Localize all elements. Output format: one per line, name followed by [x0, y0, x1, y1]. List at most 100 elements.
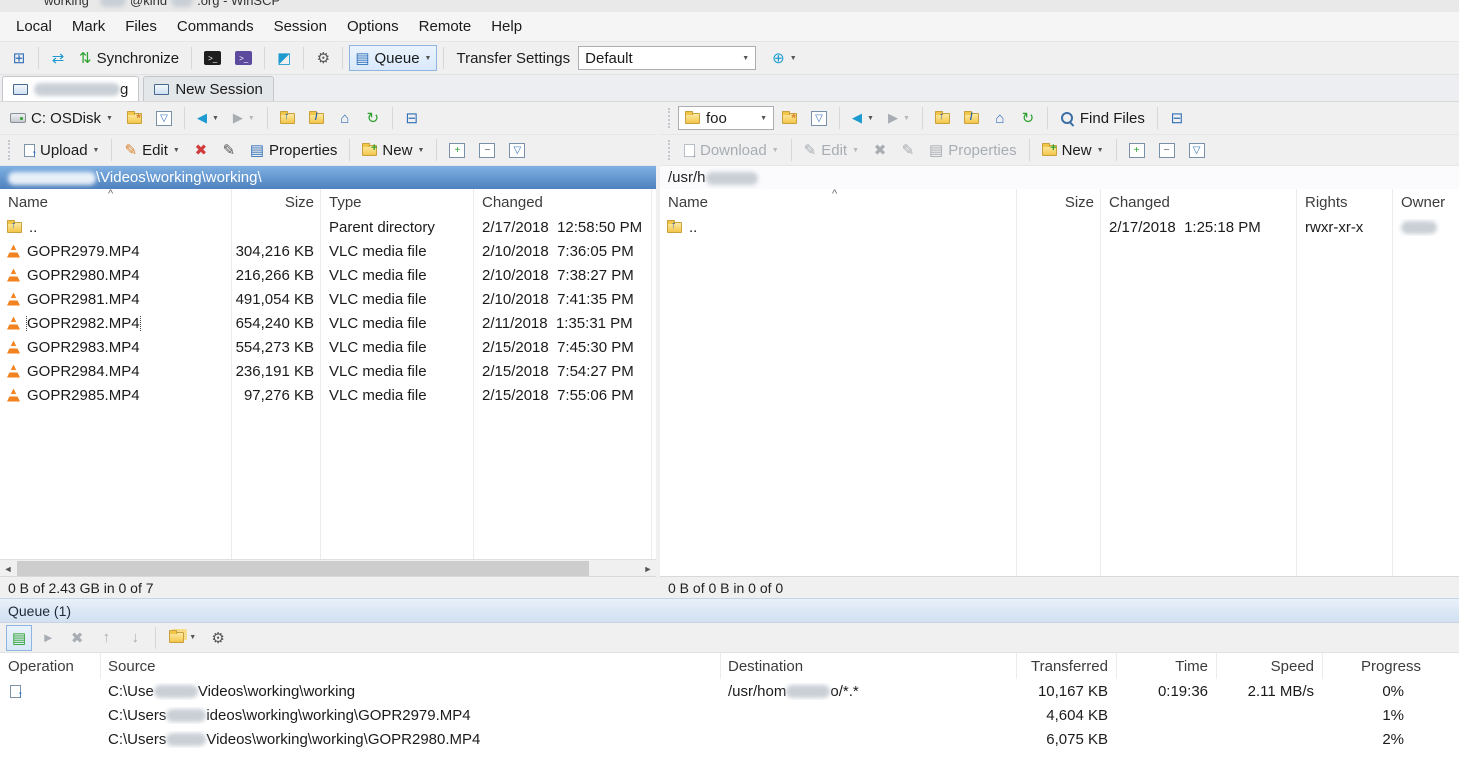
queue-header[interactable]: Queue (1) [0, 598, 1459, 623]
open-console-button[interactable]: >_ [229, 45, 258, 71]
remote-path-bar[interactable]: /usr/h [660, 165, 1459, 189]
synchronize-browsing-button[interactable]: ⇄ [45, 45, 71, 71]
remote-column-size[interactable]: Size [1016, 194, 1100, 211]
queue-preferences-button[interactable]: ⚙ [205, 625, 231, 651]
remote-column-owner[interactable]: Owner [1392, 194, 1459, 211]
file-row[interactable]: GOPR2980.MP4216,266 KBVLC media file2/10… [0, 263, 656, 287]
queue-row[interactable]: C:\Usersideos\working\working\GOPR2979.M… [0, 703, 1459, 727]
menu-mark[interactable]: Mark [62, 13, 115, 40]
queue-column-source[interactable]: Source [100, 658, 720, 675]
local-root-directory-button[interactable] [303, 105, 330, 131]
local-drive-selector[interactable]: C: OSDisk▼ [4, 105, 119, 131]
queue-column-destination[interactable]: Destination [720, 658, 1016, 675]
local-filter-button[interactable]: ▽ [150, 105, 178, 131]
file-row[interactable]: GOPR2985.MP497,276 KBVLC media file2/15/… [0, 383, 656, 407]
edit-alternative-button[interactable]: ✎ [216, 137, 242, 163]
file-row[interactable]: ..2/17/2018 1:25:18 PMrwxr-xr-x [660, 215, 1459, 239]
remote-open-directory-button[interactable] [776, 105, 803, 131]
remote-filter-button[interactable]: ▽ [805, 105, 833, 131]
menu-session[interactable]: Session [264, 13, 337, 40]
remote-home-directory-button[interactable]: ⌂ [987, 105, 1013, 131]
scroll-left-arrow[interactable]: ◄ [0, 561, 16, 576]
local-home-directory-button[interactable]: ⌂ [332, 105, 358, 131]
remote-column-rights[interactable]: Rights [1296, 194, 1392, 211]
open-shell-button[interactable]: ◩ [271, 45, 297, 71]
menu-remote[interactable]: Remote [409, 13, 482, 40]
scrollbar-thumb[interactable] [17, 561, 589, 576]
transfer-settings-combobox[interactable]: Default ▼ [578, 46, 756, 70]
preferences-button[interactable]: ⚙ [310, 45, 336, 71]
queue-row[interactable]: C:\UseVideos\working\working/usr/homo/*.… [0, 679, 1459, 703]
queue-toggle-button[interactable]: ▤Queue▼ [349, 45, 437, 71]
transfer-options-button[interactable]: ⊕▼ [766, 45, 803, 71]
queue-column-time[interactable]: Time [1116, 658, 1216, 675]
file-row[interactable]: GOPR2983.MP4554,273 KBVLC media file2/15… [0, 335, 656, 359]
file-row[interactable]: GOPR2979.MP4304,216 KBVLC media file2/10… [0, 239, 656, 263]
queue-row[interactable]: C:\UsersVideos\working\working\GOPR2980.… [0, 727, 1459, 751]
synchronize-button[interactable]: ⇅Synchronize [73, 45, 185, 71]
upload-button[interactable]: Upload▼ [18, 137, 105, 163]
remote-select-files-button[interactable]: + [1123, 137, 1151, 163]
remote-refresh-button[interactable]: ↻ [1015, 105, 1041, 131]
remote-edit-alternative-button[interactable]: ✎ [895, 137, 921, 163]
remote-column-changed[interactable]: Changed [1100, 194, 1296, 211]
remote-root-directory-button[interactable] [958, 105, 985, 131]
remote-unselect-files-button[interactable]: − [1153, 137, 1181, 163]
local-tree-button[interactable]: ⊟ [399, 105, 425, 131]
unselect-files-button[interactable]: − [473, 137, 501, 163]
new-session-tab[interactable]: New Session [143, 76, 274, 101]
file-row[interactable]: GOPR2982.MP4654,240 KBVLC media file2/11… [0, 311, 656, 335]
session-tab-active[interactable]: g [2, 76, 139, 101]
queue-column-progress[interactable]: Progress [1322, 658, 1459, 675]
queue-move-down-button[interactable]: ↓ [122, 625, 148, 651]
select-files-button[interactable]: + [443, 137, 471, 163]
remote-back-button[interactable]: ◀▼ [846, 105, 880, 131]
selection-filter-button[interactable]: ▽ [503, 137, 531, 163]
remote-tree-button[interactable]: ⊟ [1164, 105, 1190, 131]
queue-operations-button[interactable]: ▼ [163, 625, 202, 651]
new-session-button[interactable]: ⊞ [6, 45, 32, 71]
local-column-name[interactable]: Name [0, 194, 231, 211]
queue-resume-button[interactable]: ► [35, 625, 61, 651]
remote-properties-button[interactable]: ▤Properties [923, 137, 1023, 163]
find-files-button[interactable]: Find Files [1054, 105, 1151, 131]
edit-button[interactable]: ✎Edit▼ [118, 137, 185, 163]
new-button[interactable]: New▼ [356, 137, 430, 163]
file-row[interactable]: ..Parent directory2/17/2018 12:58:50 PM [0, 215, 656, 239]
queue-move-up-button[interactable]: ↑ [93, 625, 119, 651]
remote-forward-button[interactable]: ▶▼ [882, 105, 916, 131]
local-column-size[interactable]: Size [231, 194, 320, 211]
delete-button[interactable]: ✖ [188, 137, 214, 163]
file-row[interactable]: GOPR2981.MP4491,054 KBVLC media file2/10… [0, 287, 656, 311]
remote-column-name[interactable]: Name [660, 194, 1016, 211]
properties-button[interactable]: ▤Properties [244, 137, 344, 163]
queue-show-button[interactable]: ▤ [6, 625, 32, 651]
local-column-type[interactable]: Type [320, 194, 473, 211]
queue-column-speed[interactable]: Speed [1216, 658, 1322, 675]
local-horizontal-scrollbar[interactable]: ◄ ► [0, 559, 656, 576]
queue-column-transferred[interactable]: Transferred [1016, 658, 1116, 675]
local-column-changed[interactable]: Changed [473, 194, 656, 211]
remote-new-button[interactable]: New▼ [1036, 137, 1110, 163]
remote-parent-directory-button[interactable] [929, 105, 956, 131]
open-terminal-button[interactable]: >_ [198, 45, 227, 71]
queue-delete-button[interactable]: ✖ [64, 625, 90, 651]
local-parent-directory-button[interactable] [274, 105, 301, 131]
local-back-button[interactable]: ◀▼ [191, 105, 225, 131]
queue-column-operation[interactable]: Operation [0, 658, 100, 675]
local-open-directory-button[interactable] [121, 105, 148, 131]
remote-edit-button[interactable]: ✎Edit▼ [798, 137, 865, 163]
remote-selection-filter-button[interactable]: ▽ [1183, 137, 1211, 163]
menu-help[interactable]: Help [481, 13, 532, 40]
local-path-bar[interactable]: \Videos\working\working\ [0, 165, 656, 189]
menu-options[interactable]: Options [337, 13, 409, 40]
download-button[interactable]: Download▼ [678, 137, 785, 163]
scroll-right-arrow[interactable]: ► [640, 561, 656, 576]
local-refresh-button[interactable]: ↻ [360, 105, 386, 131]
menu-files[interactable]: Files [115, 13, 167, 40]
menu-local[interactable]: Local [6, 13, 62, 40]
file-row[interactable]: GOPR2984.MP4236,191 KBVLC media file2/15… [0, 359, 656, 383]
remote-directory-selector[interactable]: foo ▼ [678, 106, 774, 130]
remote-delete-button[interactable]: ✖ [867, 137, 893, 163]
menu-commands[interactable]: Commands [167, 13, 264, 40]
